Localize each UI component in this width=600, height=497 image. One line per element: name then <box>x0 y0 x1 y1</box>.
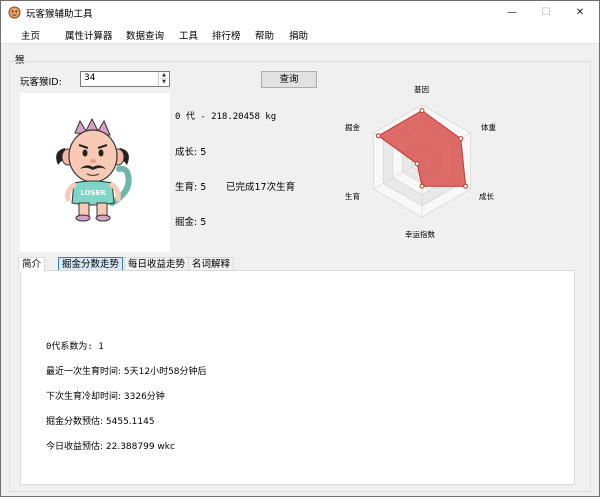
radar-label-gene: 基因 <box>414 85 429 94</box>
menu-help[interactable]: 帮助 <box>255 28 274 42</box>
minimize-button[interactable]: — <box>497 1 527 25</box>
menu-home[interactable]: 主页 <box>21 28 40 42</box>
tab-intro[interactable]: 简介 <box>18 257 46 272</box>
app-icon <box>8 6 21 19</box>
radar-label-gold: 掘金 <box>345 123 360 132</box>
monkey-id-label: 玩客猴ID: <box>20 77 62 88</box>
radar-svg <box>373 104 471 218</box>
gold-stat: 掘金: 5 <box>175 217 207 228</box>
monkey-id-spinbox[interactable]: 34 ▲ ▼ <box>80 71 170 87</box>
radar-point-0 <box>419 108 425 114</box>
tab-glossary[interactable]: 名词解释 <box>188 257 235 271</box>
menu-attribute-calculator[interactable]: 属性计算器 <box>65 28 113 42</box>
close-button[interactable]: ✕ <box>565 1 595 25</box>
menu-tools[interactable]: 工具 <box>179 28 198 42</box>
app-window: 玩客猴辅助工具 — ☐ ✕ 主页 属性计算器 数据查询 工具 排行榜 帮助 捐助… <box>0 0 600 497</box>
title-bar: 玩客猴辅助工具 — ☐ ✕ <box>1 1 599 25</box>
spin-buttons: ▲ ▼ <box>158 72 169 86</box>
query-button[interactable]: 查询 <box>261 71 317 88</box>
radar-point-5 <box>375 133 381 139</box>
intro-panel: 0代系数为: 1 最近一次生育时间: 5天12小时58分钟后 下次生育冷却时间:… <box>20 270 575 485</box>
breed-count: 已完成17次生育 <box>226 182 296 193</box>
window-title: 玩客猴辅助工具 <box>26 9 93 20</box>
radar-label-breed: 生育 <box>345 192 360 201</box>
menu-leaderboard[interactable]: 排行榜 <box>212 28 241 42</box>
gold-score-text: 掘金分数预估: 5455.1145 <box>46 417 155 427</box>
radar-point-3 <box>419 183 425 189</box>
spin-up-icon[interactable]: ▲ <box>159 72 169 79</box>
attribute-radar-chart: 基因 体重 成长 幸运指数 生育 掘金 <box>339 81 509 241</box>
coefficient-text: 0代系数为: 1 <box>46 342 104 352</box>
growth-stat: 成长: 5 <box>175 147 207 158</box>
spin-down-icon[interactable]: ▼ <box>159 79 169 86</box>
maximize-button[interactable]: ☐ <box>531 1 561 25</box>
radar-point-1 <box>458 136 464 142</box>
last-breed-text: 最近一次生育时间: 5天12小时58分钟后 <box>46 367 207 377</box>
cooldown-text: 下次生育冷却时间: 3326分钟 <box>46 392 165 402</box>
monkey-avatar-image: LOSER <box>56 117 132 222</box>
monkey-id-value[interactable]: 34 <box>84 73 95 83</box>
menu-bar: 主页 属性计算器 数据查询 工具 排行榜 帮助 捐助 <box>1 25 599 44</box>
shirt-text: LOSER <box>80 189 106 197</box>
radar-point-2 <box>463 183 469 189</box>
radar-label-luck: 幸运指数 <box>405 230 435 239</box>
menu-donate[interactable]: 捐助 <box>289 28 308 42</box>
radar-point-4 <box>414 161 420 167</box>
menu-data-query[interactable]: 数据查询 <box>126 28 164 42</box>
tab-gold-score-trend[interactable]: 掘金分数走势 <box>58 257 124 271</box>
tab-daily-income-trend[interactable]: 每日收益走势 <box>124 257 190 271</box>
generation-weight: 0 代 - 218.20458 kg <box>175 112 277 122</box>
radar-label-weight: 体重 <box>481 123 496 132</box>
breed-stat: 生育: 5 <box>175 182 207 193</box>
today-income-text: 今日收益预估: 22.388799 wkc <box>46 442 175 452</box>
radar-label-growth: 成长 <box>479 192 494 201</box>
monkey-avatar: LOSER <box>20 93 170 252</box>
